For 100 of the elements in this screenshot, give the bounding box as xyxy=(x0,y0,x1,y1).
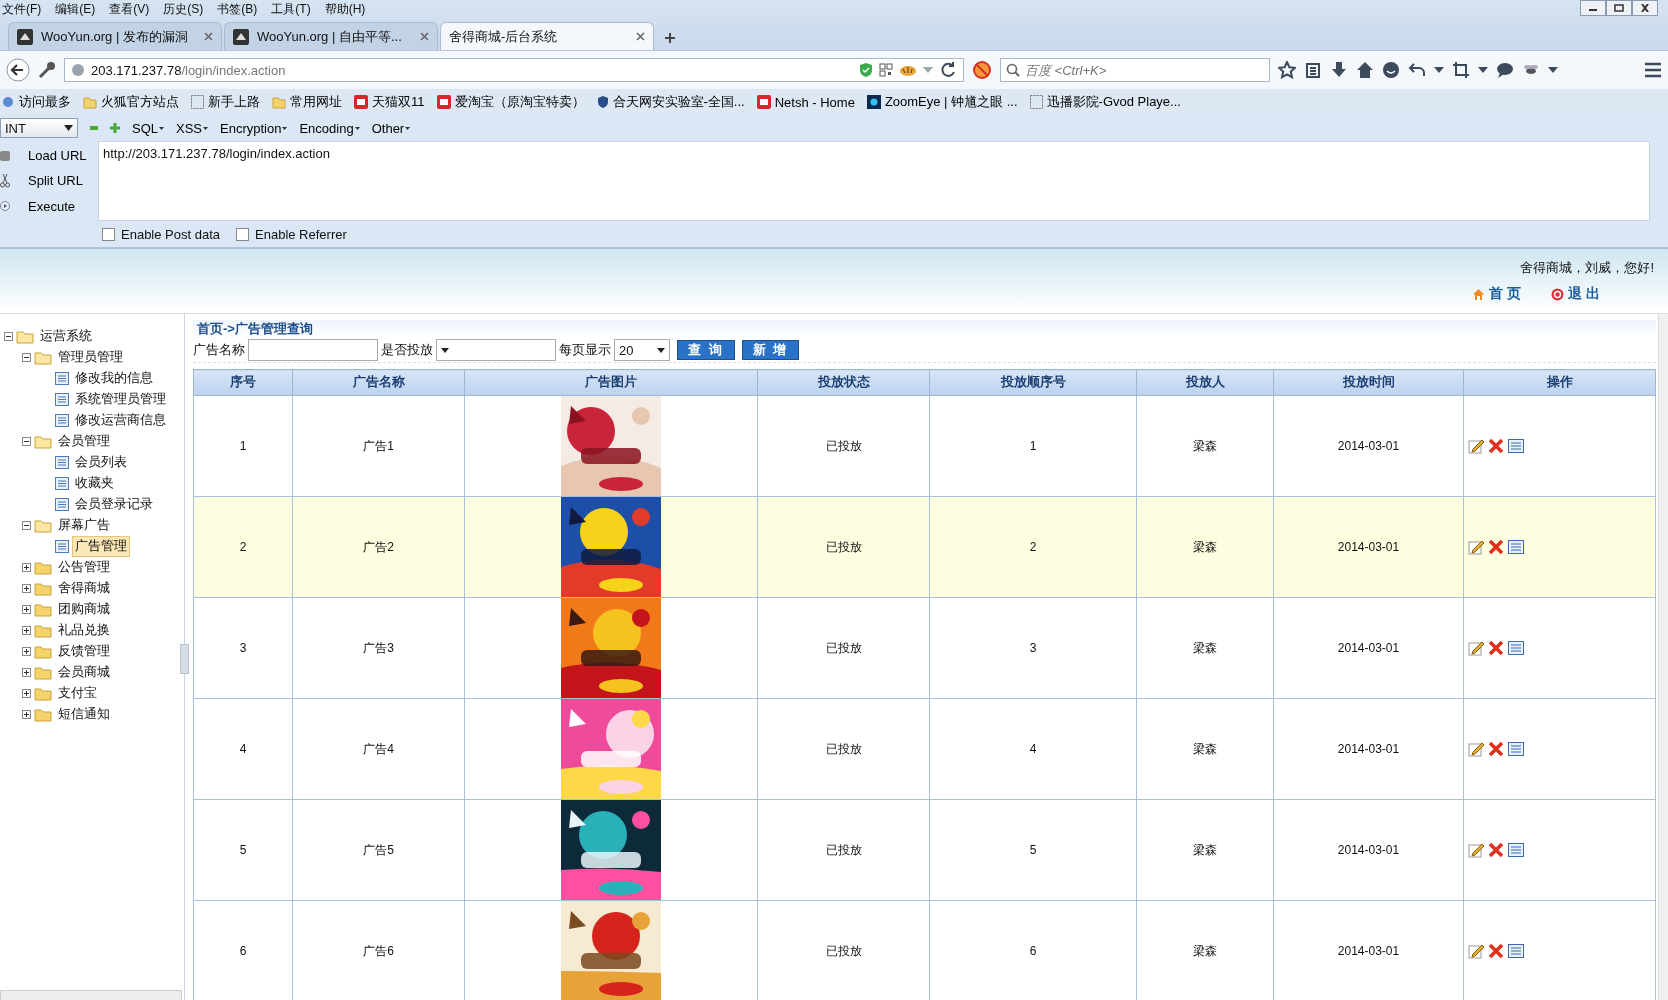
table-cell: 广告1 xyxy=(292,395,465,497)
menu-item[interactable]: 查看(V) xyxy=(109,0,150,18)
column-header: 序号 xyxy=(193,369,293,396)
tree-item[interactable]: 会员商城 xyxy=(55,662,113,683)
table-cell: 已投放 xyxy=(757,799,930,901)
tree-item[interactable]: 系统管理员管理 xyxy=(72,389,169,410)
menu-item[interactable]: 书签(B) xyxy=(217,0,258,18)
table-cell: 2014-03-01 xyxy=(1273,496,1464,598)
table-cell: 已投放 xyxy=(757,496,930,598)
tree-item[interactable]: 舍得商城 xyxy=(55,578,113,599)
tree-item[interactable]: 修改我的信息 xyxy=(72,368,156,389)
menu-item[interactable]: 帮助(H) xyxy=(324,0,366,18)
menu-item[interactable]: 文件(F) xyxy=(2,0,42,18)
table-cell: 2014-03-01 xyxy=(1273,395,1464,497)
tree-item[interactable]: 短信通知 xyxy=(55,704,113,725)
table-cell: 5 xyxy=(193,799,293,901)
table-cell: 2014-03-01 xyxy=(1273,799,1464,901)
tree-item[interactable]: 反馈管理 xyxy=(55,641,113,662)
bookmark[interactable]: 天猫双11 xyxy=(354,93,425,111)
header-link[interactable]: 首 页 xyxy=(1472,285,1522,303)
action-button[interactable]: Execute xyxy=(0,198,98,214)
tree-item[interactable]: 运营系统 xyxy=(37,326,95,347)
table-cell: 梁森 xyxy=(1136,698,1274,800)
column-header: 广告图片 xyxy=(464,369,758,396)
table-cell: 5 xyxy=(929,799,1137,901)
toolbar-menu[interactable]: SQL xyxy=(132,120,164,136)
search-field[interactable]: 百度 <Ctrl+K> xyxy=(1000,58,1270,82)
menu-item[interactable]: 历史(S) xyxy=(163,0,204,18)
toolbar-menu[interactable]: Encoding xyxy=(299,120,360,136)
bookmark[interactable]: 火狐官方站点 xyxy=(83,93,179,111)
tree-item[interactable]: 公告管理 xyxy=(55,557,113,578)
header-link[interactable]: 退 出 xyxy=(1551,285,1600,303)
bookmark[interactable]: 迅播影院-Gvod Playe... xyxy=(1029,93,1181,111)
bookmark[interactable]: Netsh - Home xyxy=(756,94,855,110)
table-cell: 1 xyxy=(193,395,293,497)
table-cell: 广告5 xyxy=(292,799,465,901)
column-header: 投放顺序号 xyxy=(929,369,1137,396)
tree-item[interactable]: 屏幕广告 xyxy=(55,515,113,536)
menu-item[interactable]: 编辑(E) xyxy=(55,0,96,18)
table-cell: 已投放 xyxy=(757,395,930,497)
table-cell: 梁森 xyxy=(1136,496,1274,598)
field-label: 每页显示 xyxy=(559,341,611,359)
action-button[interactable]: Split URL xyxy=(0,173,98,189)
checkbox-label: Enable Post data xyxy=(121,226,221,242)
bookmark[interactable]: 新手上路 xyxy=(191,93,260,111)
select-field[interactable]: 20 xyxy=(614,339,670,361)
table-cell: 1 xyxy=(929,395,1137,497)
browser-tab[interactable]: WooYun.org | 发布的漏洞 xyxy=(8,22,222,50)
action-button[interactable]: Load URL xyxy=(0,148,98,164)
url-input[interactable]: http://203.171.237.78/login/index.action xyxy=(98,141,1650,221)
action-button[interactable]: 查 询 xyxy=(677,340,735,360)
bookmark[interactable]: 常用网址 xyxy=(272,93,342,111)
table-cell: 6 xyxy=(193,900,293,1000)
table-cell: 已投放 xyxy=(757,597,930,699)
table-cell: 广告3 xyxy=(292,597,465,699)
table-cell: 2014-03-01 xyxy=(1273,597,1464,699)
browser-tab[interactable]: WooYun.org | 自由平等... xyxy=(224,22,438,50)
table-cell: 广告4 xyxy=(292,698,465,800)
column-header: 操作 xyxy=(1463,369,1656,396)
tree-item[interactable]: 收藏夹 xyxy=(72,473,117,494)
breadcrumb: 首页->广告管理查询 xyxy=(193,320,1656,338)
tree-item[interactable]: 会员管理 xyxy=(55,431,113,452)
toolbar-menu[interactable]: Encryption xyxy=(220,120,288,136)
table-cell: 3 xyxy=(929,597,1137,699)
tree-item[interactable]: 团购商城 xyxy=(55,599,113,620)
tree-item[interactable]: 广告管理 xyxy=(72,536,130,557)
column-header: 广告名称 xyxy=(292,369,465,396)
tree-item[interactable]: 会员登录记录 xyxy=(72,494,156,515)
toolbar-menu[interactable]: Other xyxy=(371,120,411,136)
column-header: 投放人 xyxy=(1136,369,1274,396)
type-select[interactable]: INT xyxy=(0,118,78,138)
table-cell: 梁森 xyxy=(1136,799,1274,901)
bookmark[interactable]: 爱淘宝（原淘宝特卖） xyxy=(436,93,585,111)
greeting-text: 舍得商城，刘威，您好! xyxy=(1520,259,1654,277)
toolbar-menu[interactable]: XSS xyxy=(176,120,209,136)
column-header: 投放状态 xyxy=(757,369,930,396)
tree-item[interactable]: 管理员管理 xyxy=(55,347,126,368)
bookmark[interactable]: 合天网安实验室-全国... xyxy=(596,93,745,111)
tree-item[interactable]: 礼品兑换 xyxy=(55,620,113,641)
table-cell: 2014-03-01 xyxy=(1273,698,1464,800)
tree-item[interactable]: 会员列表 xyxy=(72,452,130,473)
table-cell: 2 xyxy=(929,496,1137,598)
table-cell: 广告2 xyxy=(292,496,465,598)
field-label: 广告名称 xyxy=(193,341,245,359)
tree-item[interactable]: 修改运营商信息 xyxy=(72,410,169,431)
table-cell: 已投放 xyxy=(757,698,930,800)
table-cell: 4 xyxy=(193,698,293,800)
table-cell: 梁森 xyxy=(1136,395,1274,497)
table-cell: 2 xyxy=(193,496,293,598)
table-cell: 4 xyxy=(929,698,1137,800)
checkbox-label: Enable Referrer xyxy=(255,226,347,242)
address-bar[interactable]: 203.171.237.78/login/index.action xyxy=(64,58,964,82)
menu-item[interactable]: 工具(T) xyxy=(271,0,311,18)
browser-tab[interactable]: 舍得商城-后台系统 xyxy=(440,22,654,50)
table-cell: 梁森 xyxy=(1136,597,1274,699)
action-button[interactable]: 新 增 xyxy=(741,340,800,360)
bookmark[interactable]: 访问最多 xyxy=(2,93,71,111)
bookmark[interactable]: ZoomEye | 钟馗之眼 ... xyxy=(866,93,1018,111)
tree-item[interactable]: 支付宝 xyxy=(55,683,100,704)
field-label: 是否投放 xyxy=(381,341,433,359)
